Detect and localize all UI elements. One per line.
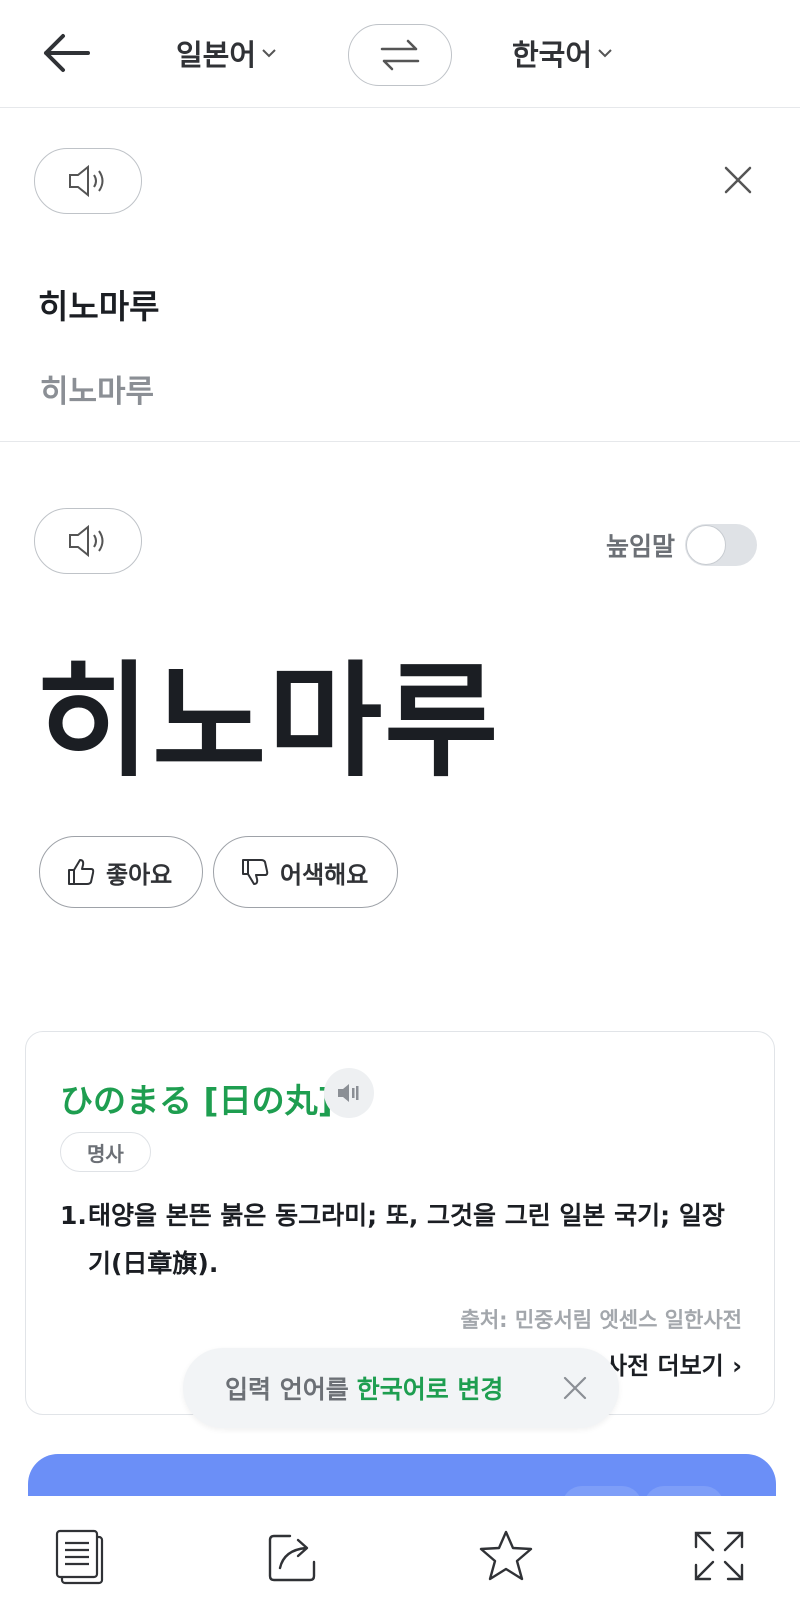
dislike-label: 어색해요 <box>280 860 369 889</box>
result-speak-button[interactable] <box>34 508 142 574</box>
fullscreen-button[interactable] <box>687 1524 751 1588</box>
toast-accent-link[interactable]: 한국어로 변경 <box>357 1370 504 1406</box>
chevron-down-icon <box>598 49 612 58</box>
speaker-icon <box>69 164 104 198</box>
source-panel: 히노마루 히노마루 <box>0 108 800 442</box>
thumbs-up-icon <box>68 859 95 885</box>
source-language-select[interactable]: 일본어 <box>176 32 276 74</box>
arrow-left-icon <box>44 34 90 72</box>
source-text[interactable]: 히노마루 <box>38 280 159 328</box>
speaker-icon <box>69 524 104 558</box>
top-bar: 일본어 한국어 <box>0 0 800 108</box>
toast-prefix: 입력 언어를 <box>225 1375 349 1404</box>
swap-languages-button[interactable] <box>348 24 452 86</box>
dislike-button[interactable]: 어색해요 <box>213 836 398 908</box>
dictionary-source: 출처: 민중서림 엣센스 일한사전 <box>460 1308 743 1332</box>
clear-input-button[interactable] <box>718 160 758 200</box>
source-speak-button[interactable] <box>34 148 142 214</box>
dictionary-speak-button[interactable] <box>324 1068 374 1118</box>
input-language-toast[interactable]: 입력 언어를 한국어로 변경 <box>183 1348 619 1428</box>
like-button[interactable]: 좋아요 <box>39 836 203 908</box>
star-icon <box>479 1530 533 1581</box>
like-label: 좋아요 <box>106 860 173 889</box>
source-language-label: 일본어 <box>176 38 257 72</box>
share-button[interactable] <box>261 1524 325 1588</box>
toggle-knob <box>686 525 727 565</box>
meaning-item: 1. 태양을 본뜬 붉은 동그라미; 또, 그것을 그린 일본 국기; 일장기(… <box>60 1192 740 1288</box>
speaker-icon <box>338 1084 359 1102</box>
swap-icon <box>380 39 420 71</box>
target-language-label: 한국어 <box>512 38 593 72</box>
document-button[interactable] <box>48 1524 112 1588</box>
dictionary-word[interactable]: ひのまる [日の丸] <box>60 1074 333 1122</box>
back-button[interactable] <box>38 28 94 78</box>
dictionary-more-link[interactable]: 사전 더보기 › <box>605 1346 742 1381</box>
chevron-down-icon <box>262 49 276 58</box>
close-icon[interactable] <box>561 1374 589 1402</box>
close-icon <box>724 166 752 194</box>
honorific-label: 높임말 <box>606 532 676 561</box>
document-icon <box>55 1529 104 1585</box>
honorific-toggle[interactable] <box>685 524 758 566</box>
source-pronunciation: 히노마루 <box>40 374 155 410</box>
target-language-select[interactable]: 한국어 <box>512 32 612 74</box>
meaning-number: 1. <box>60 1201 87 1230</box>
share-icon <box>268 1534 316 1582</box>
translation-result: 히노마루 <box>36 650 501 794</box>
meaning-text: 태양을 본뜬 붉은 동그라미; 또, 그것을 그린 일본 국기; 일장기(日章旗… <box>88 1201 725 1278</box>
bottom-toolbar <box>0 1496 800 1623</box>
favorite-button[interactable] <box>474 1524 538 1588</box>
honorific-control: 높임말 <box>606 524 758 566</box>
part-of-speech-badge: 명사 <box>60 1132 151 1172</box>
fullscreen-icon <box>694 1531 744 1581</box>
thumbs-down-icon <box>242 859 269 885</box>
